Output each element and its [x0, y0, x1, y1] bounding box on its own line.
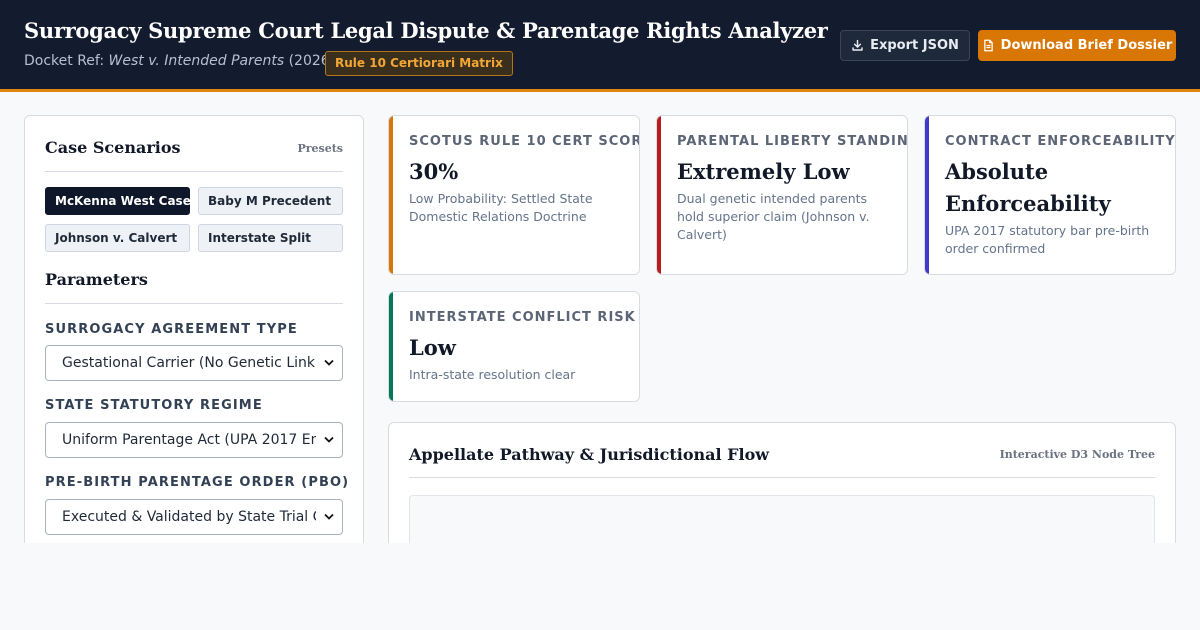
export-json-button[interactable]: Export JSON — [840, 30, 970, 61]
appellate-flow-panel: Appellate Pathway & Jurisdictional Flow … — [388, 422, 1176, 562]
agreement-type-label: Surrogacy Agreement Type — [45, 322, 298, 337]
contract-enforceability-card: Contract Enforceability Absolute Enforce… — [924, 115, 1176, 275]
interstate-conflict-card: Interstate Conflict Risk Low Intra-state… — [388, 291, 640, 402]
download-brief-button[interactable]: Download Brief Dossier — [978, 30, 1176, 61]
parental-liberty-desc: Dual genetic intended parents hold super… — [677, 191, 870, 242]
docket-ref: Docket Ref: West v. Intended Parents (20… — [24, 53, 335, 69]
chevron-down-icon — [324, 359, 334, 366]
statutory-regime-label: State Statutory Regime — [45, 398, 263, 413]
cert-score-label: SCOTUS Rule 10 Cert Score — [409, 134, 640, 149]
cert-score-value: 30% — [409, 159, 459, 184]
chevron-down-icon — [324, 436, 334, 443]
contract-enforceability-desc: UPA 2017 statutory bar pre-birth order c… — [945, 223, 1150, 256]
preset-mckenna-west[interactable]: McKenna West Case — [45, 187, 191, 215]
parameters-header: Parameters — [45, 270, 343, 304]
pbo-select[interactable]: Executed & Validated by State Trial Cour… — [45, 499, 343, 535]
document-icon — [983, 39, 993, 52]
docket-prefix: Docket Ref: — [24, 53, 105, 69]
case-scenarios-header: Case Scenarios Presets — [45, 138, 343, 172]
pbo-label: Pre-Birth Parentage Order (PBO) — [45, 475, 350, 490]
statutory-regime-value: Uniform Parentage Act (UPA 2017 Enforcea… — [62, 432, 316, 448]
parental-liberty-card: Parental Liberty Standing Extremely Low … — [656, 115, 908, 275]
export-json-label: Export JSON — [870, 38, 959, 53]
download-icon — [852, 39, 863, 51]
sidebar-panel: Case Scenarios Presets McKenna West Case… — [24, 115, 364, 555]
preset-johnson-calvert[interactable]: Johnson v. Calvert — [45, 224, 190, 252]
interstate-conflict-label: Interstate Conflict Risk — [409, 310, 636, 325]
preset-interstate-split[interactable]: Interstate Split — [198, 224, 343, 252]
card-accent-bar — [389, 116, 393, 274]
download-brief-label: Download Brief Dossier — [1000, 38, 1173, 53]
contract-enforceability-value: Absolute Enforceability — [945, 159, 1111, 216]
card-accent-bar — [925, 116, 929, 274]
agreement-type-select[interactable]: Gestational Carrier (No Genetic Link) — [45, 345, 343, 381]
statutory-regime-select[interactable]: Uniform Parentage Act (UPA 2017 Enforcea… — [45, 422, 343, 458]
node-tree-label: Interactive D3 Node Tree — [999, 448, 1155, 461]
preset-baby-m[interactable]: Baby M Precedent — [198, 187, 343, 215]
parameters-title: Parameters — [45, 270, 148, 289]
cert-score-card: SCOTUS Rule 10 Cert Score 30% Low Probab… — [388, 115, 640, 275]
card-accent-bar — [389, 292, 393, 401]
docket-case: West v. Intended Parents — [108, 53, 285, 69]
parental-liberty-value: Extremely Low — [677, 159, 850, 184]
contract-enforceability-label: Contract Enforceability — [945, 134, 1176, 149]
interstate-conflict-desc: Intra-state resolution clear — [409, 367, 576, 382]
card-accent-bar — [657, 116, 661, 274]
cert-score-desc: Low Probability: Settled State Domestic … — [409, 191, 593, 224]
pbo-value: Executed & Validated by State Trial Cour… — [62, 509, 316, 525]
parental-liberty-label: Parental Liberty Standing — [677, 134, 908, 149]
chevron-down-icon — [324, 513, 334, 520]
agreement-type-value: Gestational Carrier (No Genetic Link) — [62, 355, 316, 371]
presets-label: Presets — [297, 142, 343, 155]
interstate-conflict-value: Low — [409, 335, 456, 360]
page-bottom-area — [0, 543, 1200, 630]
appellate-flow-header: Appellate Pathway & Jurisdictional Flow … — [409, 445, 1155, 478]
top-header: Surrogacy Supreme Court Legal Dispute & … — [0, 0, 1200, 92]
page-title: Surrogacy Supreme Court Legal Dispute & … — [24, 18, 828, 43]
rule-10-badge: Rule 10 Certiorari Matrix — [325, 51, 513, 76]
